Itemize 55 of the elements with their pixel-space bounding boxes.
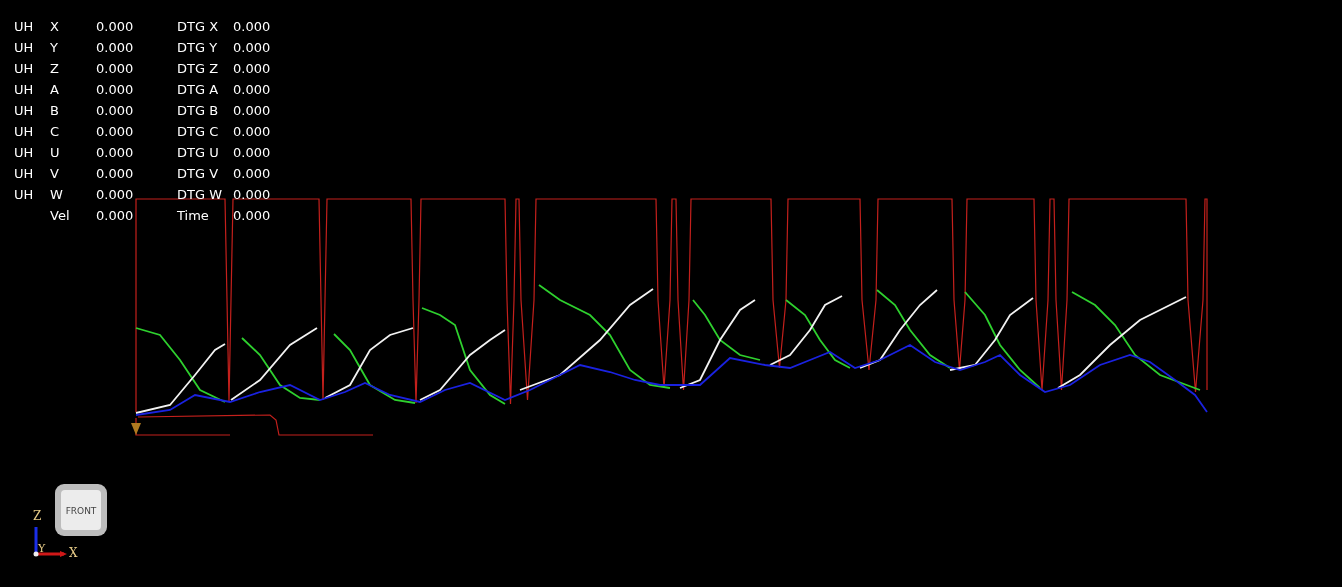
position-value: 0.000 bbox=[96, 123, 135, 141]
unit-label: UH bbox=[14, 165, 35, 183]
distance-value: 0.000 bbox=[233, 207, 272, 225]
distance-value: 0.000 bbox=[233, 186, 272, 204]
distance-value: 0.000 bbox=[233, 81, 272, 99]
position-value: 0.000 bbox=[96, 144, 135, 162]
position-value: 0.000 bbox=[96, 102, 135, 120]
distance-label: DTG A bbox=[177, 81, 220, 99]
position-value: 0.000 bbox=[96, 60, 135, 78]
distance-value: 0.000 bbox=[233, 60, 272, 78]
axis-label: V bbox=[50, 165, 60, 183]
view-cube[interactable] bbox=[55, 484, 107, 536]
axis-label: U bbox=[50, 144, 61, 162]
position-value: 0.000 bbox=[96, 165, 135, 183]
axis-label: Z bbox=[50, 60, 60, 78]
distance-value: 0.000 bbox=[233, 165, 272, 183]
position-value: 0.000 bbox=[96, 186, 135, 204]
unit-label: UH bbox=[14, 144, 35, 162]
distance-value: 0.000 bbox=[233, 144, 272, 162]
axis-label: X bbox=[50, 18, 60, 36]
axis-z-label: Z bbox=[33, 509, 42, 523]
axis-label: C bbox=[50, 123, 61, 141]
distance-value: 0.000 bbox=[233, 18, 272, 36]
distance-value: 0.000 bbox=[233, 102, 272, 120]
axis-label: B bbox=[50, 102, 60, 120]
distance-label: DTG W bbox=[177, 186, 223, 204]
unit-label: UH bbox=[14, 39, 35, 57]
axis-label: Vel bbox=[50, 207, 71, 225]
unit-label: UH bbox=[14, 102, 35, 120]
distance-label: DTG C bbox=[177, 123, 220, 141]
distance-label: DTG B bbox=[177, 102, 220, 120]
position-value: 0.000 bbox=[96, 207, 135, 225]
distance-label: DTG X bbox=[177, 18, 220, 36]
distance-label: DTG Y bbox=[177, 39, 219, 57]
unit-label: UH bbox=[14, 81, 35, 99]
axis-label: A bbox=[50, 81, 60, 99]
unit-label: UH bbox=[14, 186, 35, 204]
axes-gizmo-drawing bbox=[33, 527, 67, 557]
position-value: 0.000 bbox=[96, 81, 135, 99]
unit-label: UH bbox=[14, 60, 35, 78]
position-value: 0.000 bbox=[96, 18, 135, 36]
position-value: 0.000 bbox=[96, 39, 135, 57]
distance-label: DTG Z bbox=[177, 60, 220, 78]
axis-y-label: Y bbox=[38, 542, 46, 555]
distance-value: 0.000 bbox=[233, 39, 272, 57]
unit-label: UH bbox=[14, 18, 35, 36]
distance-label: DTG V bbox=[177, 165, 220, 183]
axis-label: Y bbox=[50, 39, 59, 57]
axis-label: W bbox=[50, 186, 64, 204]
view-cube-label: FRONT bbox=[65, 506, 97, 516]
distance-label: DTG U bbox=[177, 144, 220, 162]
distance-label: Time bbox=[177, 207, 210, 225]
distance-value: 0.000 bbox=[233, 123, 272, 141]
unit-label: UH bbox=[14, 123, 35, 141]
axis-x-label: X bbox=[69, 546, 78, 560]
